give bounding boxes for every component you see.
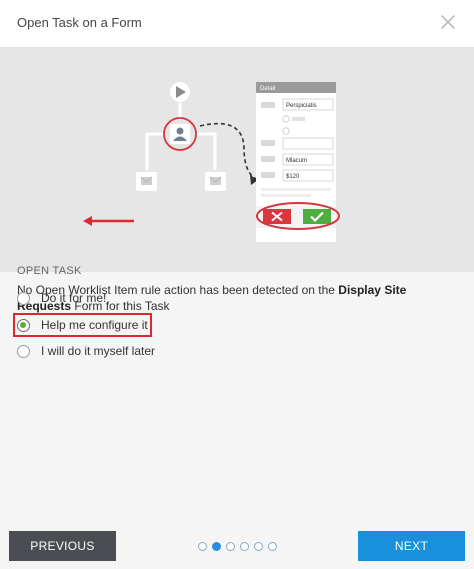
page-dot[interactable] <box>254 542 263 551</box>
task-illustration: Detail Perspiciatis Mlacum $120 <box>83 82 340 242</box>
play-icon <box>170 82 190 102</box>
page-dot[interactable] <box>198 542 207 551</box>
next-button[interactable]: NEXT <box>358 531 465 561</box>
dialog-footer: PREVIOUS NEXT <box>0 521 474 569</box>
field-value: $120 <box>286 174 300 180</box>
page-dot[interactable] <box>226 542 235 551</box>
radio-button-selected[interactable] <box>17 318 30 332</box>
option-help-me-configure[interactable]: Help me configure it <box>17 314 148 336</box>
page-dot-active[interactable] <box>212 542 221 551</box>
mail-icon <box>136 172 157 191</box>
check-icon <box>303 209 331 224</box>
dialog-title: Open Task on a Form <box>17 15 142 30</box>
arrow-icon <box>83 216 134 226</box>
option-label: Do it for me! <box>41 291 107 305</box>
option-do-it-for-me[interactable]: Do it for me! <box>17 287 106 309</box>
page-dot[interactable] <box>240 542 249 551</box>
option-do-it-later[interactable]: I will do it myself later <box>17 340 155 362</box>
option-label: I will do it myself later <box>41 344 156 358</box>
page-indicator <box>198 542 277 551</box>
field-value: Mlacum <box>286 158 307 164</box>
cancel-icon <box>263 209 291 224</box>
radio-button[interactable] <box>17 344 30 358</box>
previous-button[interactable]: PREVIOUS <box>9 531 116 561</box>
info-panel: Detail Perspiciatis Mlacum $120 OPEN TAS… <box>0 48 474 313</box>
field-value: Perspiciatis <box>286 103 317 109</box>
page-dot[interactable] <box>268 542 277 551</box>
open-task-heading: OPEN TASK <box>17 265 82 277</box>
user-task-icon <box>163 117 197 151</box>
open-task-dialog: Open Task on a Form Detail Perspiciatis … <box>0 0 474 569</box>
dialog-header: Open Task on a Form <box>0 0 474 48</box>
form-header-label: Detail <box>260 86 275 92</box>
radio-button[interactable] <box>17 291 30 305</box>
mail-icon <box>205 172 226 191</box>
close-icon[interactable] <box>439 13 457 31</box>
option-label: Help me configure it <box>41 318 148 332</box>
